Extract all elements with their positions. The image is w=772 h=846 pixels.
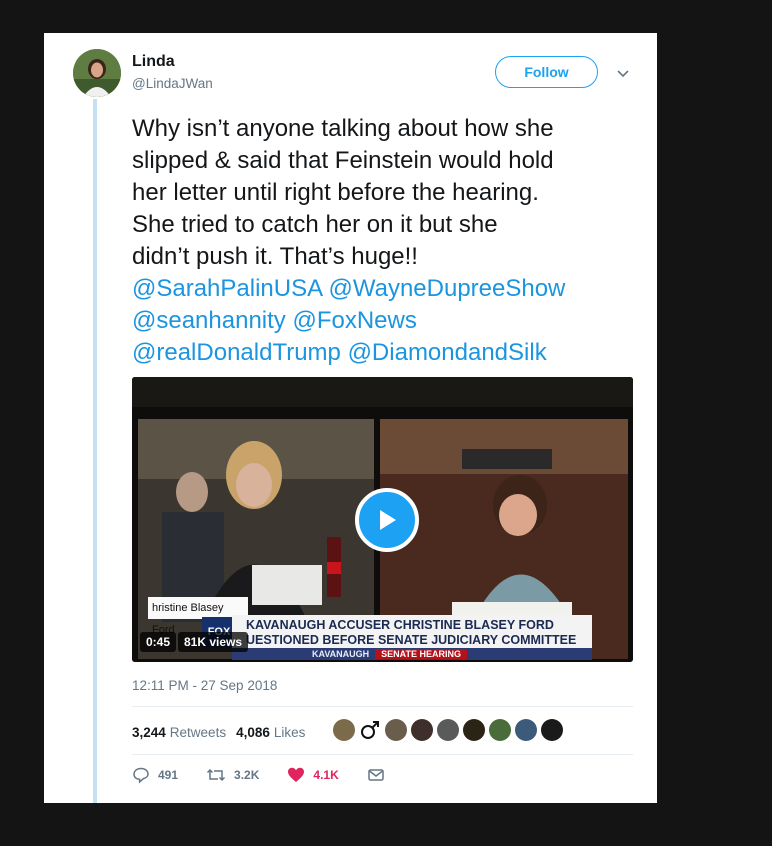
tweet-actions: 491 3.2K 4.1K [132, 766, 413, 784]
liker-avatars [333, 719, 567, 741]
ticker-tag: SENATE HEARING [375, 649, 468, 659]
heart-icon [288, 767, 305, 782]
headline-line: UESTIONED BEFORE SENATE JUDICIARY COMMIT… [246, 633, 577, 647]
video-duration: 0:45 [140, 632, 177, 652]
mentions-line: @realDonaldTrump @DiamondandSilk [132, 337, 637, 369]
retweets-stat[interactable]: 3,244 Retweets [132, 725, 226, 740]
tweet-timestamp[interactable]: 12:11 PM - 27 Sep 2018 [132, 678, 277, 693]
liker-avatar[interactable] [437, 719, 459, 741]
author-name[interactable]: Linda [132, 53, 175, 71]
liker-avatar[interactable] [541, 719, 563, 741]
mention-link[interactable]: @DiamondandSilk [348, 339, 547, 366]
news-ticker: KAVANAUGH SENATE HEARING [232, 648, 592, 660]
thread-line [93, 99, 97, 803]
author-handle[interactable]: @LindaJWan [132, 76, 213, 91]
liker-avatar[interactable] [463, 719, 485, 741]
tweet-text-line: her letter until right before the hearin… [132, 179, 539, 206]
tweet-text-line: Why isn’t anyone talking about how she [132, 115, 554, 142]
tweet-card: Linda @LindaJWan Follow Why isn’t anyone… [44, 33, 657, 803]
dm-button[interactable] [367, 766, 385, 784]
follow-button[interactable]: Follow [495, 56, 598, 88]
divider [132, 706, 633, 707]
mentions-line: @seanhannity @FoxNews [132, 305, 637, 337]
liker-avatar[interactable] [333, 719, 355, 741]
male-symbol-icon [361, 721, 379, 739]
tweet-text: Why isn’t anyone talking about how she s… [132, 113, 637, 369]
like-count: 4.1K [313, 768, 339, 782]
liker-avatar[interactable] [489, 719, 511, 741]
video-player[interactable]: hristine Blasey Ford FOX KAVANAUGH ACCUS… [132, 377, 633, 662]
likes-stat[interactable]: 4,086 Likes [236, 725, 305, 740]
chevron-down-icon[interactable] [616, 66, 630, 80]
liker-avatar[interactable] [411, 719, 433, 741]
divider [132, 754, 633, 755]
video-views: 81K views [178, 632, 249, 652]
reply-count: 491 [158, 768, 179, 782]
mention-link[interactable]: @WayneDupreeShow [328, 275, 565, 302]
mentions-line: @SarahPalinUSA @WayneDupreeShow [132, 273, 637, 305]
news-headline: KAVANAUGH ACCUSER CHRISTINE BLASEY FORD … [232, 615, 592, 649]
like-button[interactable]: 4.1K [287, 766, 339, 784]
mention-link[interactable]: @FoxNews [292, 307, 416, 334]
liker-avatar[interactable] [359, 719, 381, 741]
tweet-text-line: She tried to catch her on it but she [132, 211, 498, 238]
mention-link[interactable]: @seanhannity [132, 307, 286, 334]
author-avatar[interactable] [73, 49, 121, 97]
play-icon [380, 510, 396, 530]
tweet-text-line: didn’t push it. That’s huge!! [132, 243, 418, 270]
retweet-count: 3.2K [234, 768, 260, 782]
tweet-text-line: slipped & said that Feinstein would hold [132, 147, 554, 174]
envelope-icon [368, 769, 384, 781]
liker-avatar[interactable] [515, 719, 537, 741]
reply-button[interactable]: 491 [132, 766, 178, 784]
retweet-button[interactable]: 3.2K [206, 766, 259, 784]
retweet-icon [207, 768, 226, 782]
reply-icon [133, 767, 149, 784]
headline-line: KAVANAUGH ACCUSER CHRISTINE BLASEY FORD [246, 618, 554, 632]
mention-link[interactable]: @realDonaldTrump [132, 339, 341, 366]
engagement-stats: 3,244 Retweets 4,086 Likes [132, 720, 315, 744]
ticker-text: KAVANAUGH [312, 649, 370, 659]
liker-avatar[interactable] [385, 719, 407, 741]
play-button[interactable] [355, 488, 419, 552]
mention-link[interactable]: @SarahPalinUSA [132, 275, 322, 302]
